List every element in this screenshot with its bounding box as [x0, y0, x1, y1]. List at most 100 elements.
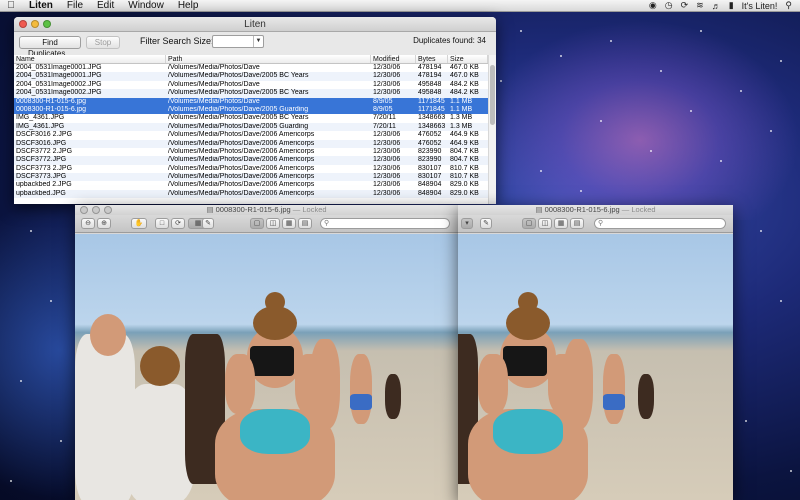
menu-help[interactable]: Help [171, 0, 206, 11]
globe-icon[interactable]: ◉ [649, 0, 657, 11]
document-icon: ▤ [535, 205, 543, 214]
sync-icon[interactable]: ⟳ [681, 0, 689, 11]
sidebar-icon[interactable]: ◫ [266, 218, 280, 229]
cell-bytes: 823990 [418, 147, 442, 155]
single-page-icon[interactable]: ▢ [250, 218, 264, 229]
hand-tool-icon[interactable]: ✋ [131, 218, 147, 229]
photo-figure-shape [265, 292, 285, 312]
rotate-icon[interactable]: ⟳ [171, 218, 185, 229]
column-name[interactable]: Name [14, 55, 166, 63]
table-row[interactable]: DSCF3772 2.JPG/Volumes/Media/Photos/Dave… [14, 148, 488, 156]
liten-toolbar: Find Duplicates... Stop Filter Search Si… [14, 32, 496, 58]
table-row[interactable]: 2004_0531Image0002.JPG/Volumes/Media/Pho… [14, 81, 488, 89]
cell-name: DSCF3772.JPG [16, 156, 67, 164]
contact-sheet-icon[interactable]: ▦ [282, 218, 296, 229]
zoom-icon[interactable] [43, 20, 51, 28]
table-row[interactable]: 2004_0531Image0001.JPG/Volumes/Media/Pho… [14, 64, 488, 72]
table-row[interactable]: 2004_0531Image0002.JPG/Volumes/Media/Pho… [14, 89, 488, 98]
star [540, 170, 542, 172]
cell-path: /Volumes/Media/Photos/Dave/2006 Americor… [168, 156, 315, 164]
photo-figure-shape [638, 374, 654, 419]
menu-file[interactable]: File [60, 0, 90, 11]
photo-figure-shape [240, 409, 310, 454]
select-tool-icon[interactable]: □ [155, 218, 169, 229]
close-icon[interactable] [19, 20, 27, 28]
single-page-icon[interactable]: ▢ [522, 218, 536, 229]
volume-icon[interactable]: ♬ [712, 1, 721, 11]
zoom-in-icon[interactable]: ⊕ [97, 218, 111, 229]
stop-button[interactable]: Stop [86, 36, 120, 49]
star [50, 300, 52, 302]
photo-figure-shape [603, 394, 625, 410]
menu-bar:  Liten File Edit Window Help ◉ ◷ ⟳ ≋ ♬ … [0, 0, 800, 12]
window-controls [19, 20, 51, 28]
table-row[interactable]: 0008300-R1-015-6.jpg/Volumes/Media/Photo… [14, 105, 488, 115]
info-icon[interactable]: ▤ [570, 218, 584, 229]
column-size[interactable]: Size [448, 55, 488, 63]
pen-tool-icon[interactable]: ✎ [480, 218, 492, 229]
table-row[interactable]: upbackbed.JPG/Volumes/Media/Photos/Dave/… [14, 189, 488, 199]
table-row[interactable]: DSCF3016 2.JPG/Volumes/Media/Photos/Dave… [14, 131, 488, 139]
photo-figure-shape [310, 339, 340, 429]
cell-modified: 12/30/06 [373, 72, 401, 80]
star [770, 130, 772, 132]
column-modified[interactable]: Modified [371, 55, 416, 63]
find-duplicates-button[interactable]: Find Duplicates... [19, 36, 81, 58]
contact-sheet-icon[interactable]: ▦ [554, 218, 568, 229]
menu-liten[interactable]: Liten [22, 0, 60, 11]
cell-modified: 12/30/06 [373, 181, 401, 189]
menu-window[interactable]: Window [121, 0, 171, 11]
cell-bytes: 478194 [418, 72, 442, 80]
view-menu-icon[interactable]: ▾ [461, 218, 473, 229]
photo-figure-shape [603, 354, 625, 424]
wifi-icon[interactable]: ≋ [696, 0, 704, 11]
clock-icon[interactable]: ◷ [665, 0, 673, 11]
cell-bytes: 830107 [418, 164, 442, 172]
star [650, 150, 652, 152]
table-row[interactable]: IMG_4361.JPG/Volumes/Media/Photos/Dave/2… [14, 122, 488, 132]
close-icon[interactable] [80, 206, 88, 214]
search-input-left[interactable]: ⚲ [320, 218, 450, 229]
filter-size-select[interactable]: ▼ [212, 35, 264, 48]
table-row[interactable]: 0008300-R1-015-6.jpg/Volumes/Media/Photo… [14, 97, 488, 106]
menu-edit[interactable]: Edit [90, 0, 121, 11]
cell-size: 467.0 KB [450, 64, 479, 71]
cell-size: 467.0 KB [450, 72, 479, 80]
cell-size: 1.3 MB [450, 114, 473, 122]
column-path[interactable]: Path [166, 55, 371, 63]
cell-size: 810.7 KB [450, 164, 479, 172]
table-scrollbar[interactable] [488, 55, 496, 204]
search-icon: ⚲ [598, 220, 604, 227]
table-row[interactable]: 2004_0531Image0001.JPG/Volumes/Media/Pho… [14, 72, 488, 81]
minimize-icon[interactable] [92, 206, 100, 214]
apple-menu-icon[interactable]:  [0, 0, 22, 11]
cell-name: 0008300-R1-015-6.jpg [16, 97, 87, 105]
info-icon[interactable]: ▤ [298, 218, 312, 229]
table-row[interactable]: DSCF3772.JPG/Volumes/Media/Photos/Dave/2… [14, 156, 488, 165]
cell-size: 464.9 KB [450, 139, 479, 147]
cell-path: /Volumes/Media/Photos/Dave/2006 Americor… [168, 139, 315, 147]
preview-titlebar-left[interactable]: ▤ 0008300-R1-015-6.jpg — Locked [75, 205, 458, 215]
sidebar-icon[interactable]: ◫ [538, 218, 552, 229]
cell-bytes: 495848 [418, 89, 442, 97]
preview-titlebar-right[interactable]: ▤ 0008300-R1-015-6.jpg — Locked [458, 205, 733, 215]
table-row[interactable]: DSCF3773.JPG/Volumes/Media/Photos/Dave/2… [14, 173, 488, 182]
table-row[interactable]: upbackbed 2.JPG/Volumes/Media/Photos/Dav… [14, 181, 488, 189]
cell-modified: 12/30/06 [373, 139, 401, 147]
table-body: 2004_0531Image0001.JPG/Volumes/Media/Pho… [14, 64, 488, 199]
table-row[interactable]: DSCF3016.JPG/Volumes/Media/Photos/Dave/2… [14, 139, 488, 148]
scroll-thumb[interactable] [490, 65, 495, 125]
zoom-icon[interactable] [104, 206, 112, 214]
preview-window-right: ▤ 0008300-R1-015-6.jpg — Locked ▾ ✎ ▢ ◫ … [458, 205, 733, 500]
table-row[interactable]: DSCF3773 2.JPG/Volumes/Media/Photos/Dave… [14, 165, 488, 173]
spotlight-icon[interactable]: ⚲ [785, 0, 792, 11]
search-input-right[interactable]: ⚲ [594, 218, 726, 229]
battery-icon[interactable]: ▮ [729, 0, 734, 11]
column-bytes[interactable]: Bytes [416, 55, 448, 63]
zoom-out-icon[interactable]: ⊖ [81, 218, 95, 229]
photo-figure-shape [478, 354, 508, 414]
minimize-icon[interactable] [31, 20, 39, 28]
pen-tool-icon[interactable]: ✎ [202, 218, 214, 229]
table-row[interactable]: IMG_4361.JPG/Volumes/Media/Photos/Dave/2… [14, 114, 488, 122]
liten-titlebar[interactable]: Liten [14, 17, 496, 32]
